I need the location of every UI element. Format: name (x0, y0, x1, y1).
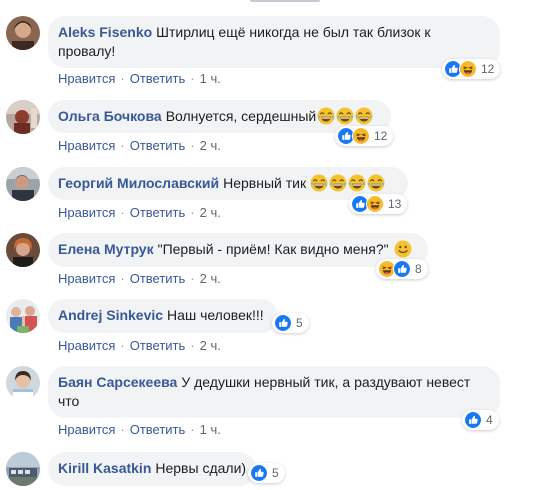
comment-text: Волнуется, сердешный (165, 108, 317, 124)
laughing-emoji-icon (317, 107, 335, 125)
laughing-emoji-icon (355, 107, 373, 125)
reactions-summary[interactable]: 13 (349, 194, 408, 214)
comment-bubble: Елена Мутрук "Первый - приём! Как видно м… (48, 233, 428, 267)
avatar[interactable] (6, 100, 40, 134)
reply-link[interactable]: Ответить (130, 205, 186, 220)
laughing-emoji-icon (336, 107, 354, 125)
comment-author[interactable]: Елена Мутрук (58, 241, 154, 257)
reaction-count: 12 (481, 62, 495, 76)
comment-text: "Первый - приём! Как видно меня?" (157, 241, 389, 257)
reaction-count: 4 (486, 413, 493, 427)
avatar[interactable] (6, 299, 40, 333)
like-link[interactable]: Нравится (58, 138, 115, 153)
comment-time[interactable]: 2 ч. (200, 271, 221, 286)
laughing-emoji-icon (329, 174, 347, 192)
haha-reaction-icon (352, 127, 370, 145)
comment-actions: Нравится · Ответить · 1 ч. (58, 71, 221, 86)
comment-text: Наш человек!!! (167, 307, 264, 323)
reactions-summary[interactable]: 5 (272, 313, 309, 333)
comment-author[interactable]: Баян Сарсекеева (58, 374, 177, 390)
comment-author[interactable]: Георгий Милославский (58, 175, 219, 191)
like-link[interactable]: Нравится (58, 338, 115, 353)
comment-author[interactable]: Aleks Fisenko (58, 24, 152, 40)
smile-emoji-icon (394, 240, 412, 258)
comment-time[interactable]: 1 ч. (200, 71, 221, 86)
comment-bubble: Aleks Fisenko Штирлиц ещё никогда не был … (48, 16, 500, 68)
reaction-count: 13 (388, 197, 402, 211)
reactions-summary[interactable]: 4 (462, 410, 499, 430)
avatar[interactable] (6, 452, 40, 486)
comment-actions: Нравится · Ответить · 2 ч. (58, 271, 221, 286)
like-link[interactable]: Нравится (58, 205, 115, 220)
reactions-summary[interactable]: 12 (335, 126, 394, 146)
reaction-count: 5 (272, 466, 279, 480)
like-link[interactable]: Нравится (58, 271, 115, 286)
comment-actions: Нравится · Ответить · 1 ч. (58, 422, 221, 437)
comment-time[interactable]: 2 ч. (200, 205, 221, 220)
like-reaction-icon (250, 464, 268, 482)
haha-reaction-icon (459, 60, 477, 78)
like-reaction-icon (274, 314, 292, 332)
avatar[interactable] (6, 16, 40, 50)
comment-author[interactable]: Kirill Kasatkin (58, 460, 151, 476)
reply-link[interactable]: Ответить (130, 422, 186, 437)
reactions-summary[interactable]: 8 (376, 259, 428, 279)
reactions-summary[interactable]: 5 (248, 463, 285, 483)
comment-time[interactable]: 1 ч. (200, 422, 221, 437)
comment-actions: Нравится · Ответить · 2 ч. (58, 338, 221, 353)
comment-actions: Нравится · Ответить · 2 ч. (58, 138, 221, 153)
like-link[interactable]: Нравится (58, 422, 115, 437)
avatar[interactable] (6, 366, 40, 400)
reaction-count: 5 (296, 316, 303, 330)
like-link[interactable]: Нравится (58, 71, 115, 86)
avatar[interactable] (6, 233, 40, 267)
comment-author[interactable]: Ольга Бочкова (58, 108, 162, 124)
comment-text: Нервы сдали) (155, 460, 247, 476)
reaction-count: 8 (415, 262, 422, 276)
comment-bubble: Andrej Sinkevic Наш человек!!! (48, 299, 278, 333)
comment-actions: Нравится · Ответить · 2 ч. (58, 205, 221, 220)
top-divider (0, 0, 544, 4)
laughing-emoji-icon (348, 174, 366, 192)
reactions-summary[interactable]: 12 (442, 59, 501, 79)
laughing-emoji-icon (367, 174, 385, 192)
comment-text: Нервный тик (223, 175, 307, 191)
like-reaction-icon (393, 260, 411, 278)
comment-bubble: Kirill Kasatkin Нервы сдали) (48, 452, 256, 486)
like-reaction-icon (464, 411, 482, 429)
reply-link[interactable]: Ответить (130, 271, 186, 286)
reaction-count: 12 (374, 129, 388, 143)
comment-bubble: Баян Сарсекеева У дедушки нервный тик, а … (48, 366, 500, 418)
haha-reaction-icon (366, 195, 384, 213)
reply-link[interactable]: Ответить (130, 138, 186, 153)
laughing-emoji-icon (310, 174, 328, 192)
comment-time[interactable]: 2 ч. (200, 138, 221, 153)
avatar[interactable] (6, 167, 40, 201)
reply-link[interactable]: Ответить (130, 71, 186, 86)
reply-link[interactable]: Ответить (130, 338, 186, 353)
comment-author[interactable]: Andrej Sinkevic (58, 307, 163, 323)
comment-time[interactable]: 2 ч. (200, 338, 221, 353)
